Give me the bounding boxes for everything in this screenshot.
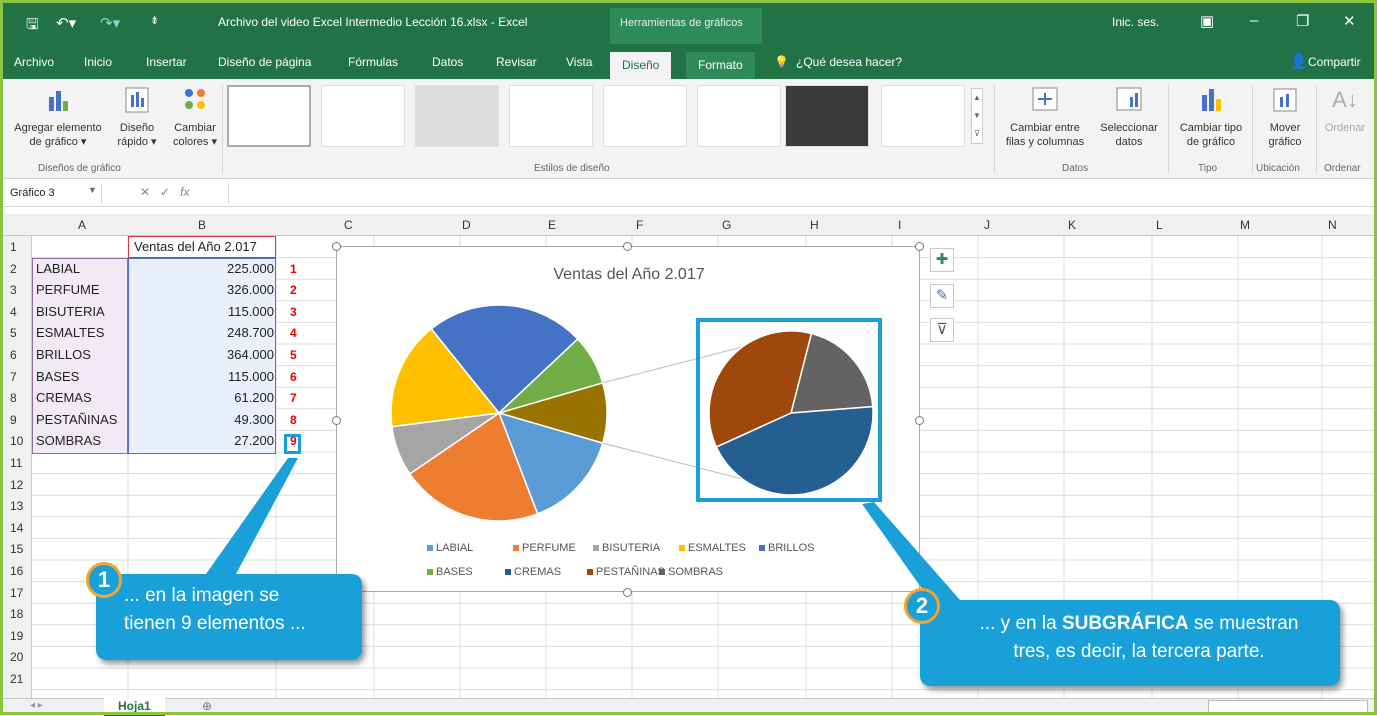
- callout-2: ... y en la SUBGRÁFICA se muestran tres,…: [920, 600, 1340, 686]
- sheet-tabs-bar: ◂ ▸ Hoja1 ⊕: [0, 698, 1377, 716]
- callout-1-badge: 1: [86, 562, 122, 598]
- sheet-nav-icon[interactable]: ◂ ▸: [30, 700, 43, 711]
- horizontal-scrollbar[interactable]: [1208, 700, 1368, 713]
- add-sheet-icon[interactable]: ⊕: [202, 699, 212, 713]
- callout-1: ... en la imagen se tienen 9 elementos .…: [96, 574, 362, 660]
- sheet-tab-hoja1[interactable]: Hoja1: [104, 698, 165, 716]
- callout-2-badge: 2: [904, 588, 940, 624]
